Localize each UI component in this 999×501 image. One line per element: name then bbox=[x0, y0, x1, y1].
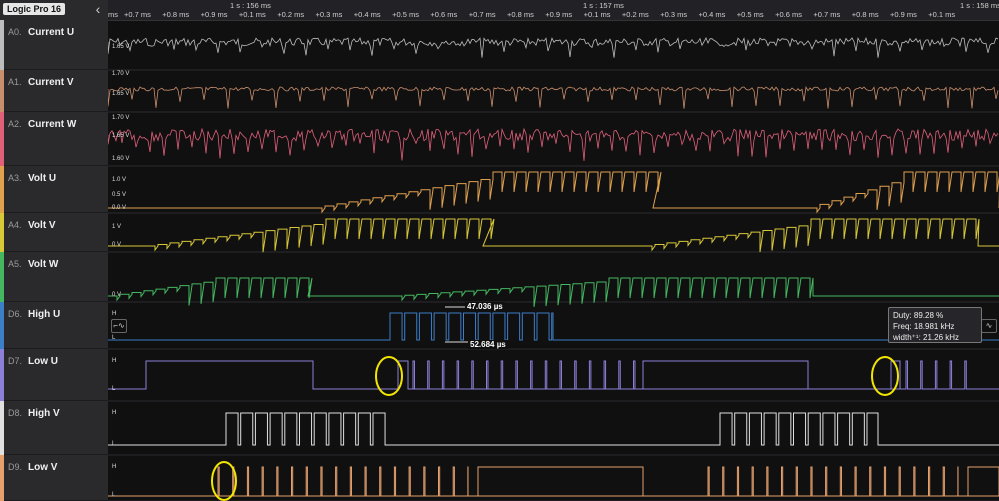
channel-color-swatch bbox=[0, 20, 4, 70]
d8-low-label: L bbox=[112, 441, 116, 447]
channel-color-swatch bbox=[0, 349, 4, 401]
collapse-sidebar-icon[interactable]: ‹ bbox=[92, 2, 104, 16]
a2-volt-bot-label: 1.60 V bbox=[112, 156, 130, 162]
channel-color-swatch bbox=[0, 455, 4, 501]
d9-high-label: H bbox=[112, 464, 117, 470]
a4-volt-bot-label: 0 V bbox=[112, 242, 122, 248]
channel-row-a1[interactable]: A1. Current V bbox=[0, 70, 108, 112]
d9-low-label: L bbox=[112, 492, 116, 498]
channel-color-swatch bbox=[0, 112, 4, 166]
channel-row-d7[interactable]: D7. Low U bbox=[0, 349, 108, 401]
channel-id: D9. bbox=[8, 462, 23, 472]
channel-color-swatch bbox=[0, 302, 4, 349]
trigger-rising-icon[interactable]: ⌐∿ bbox=[111, 319, 127, 333]
volt-u-trace bbox=[108, 171, 999, 214]
device-title[interactable]: Logic Pro 16 bbox=[3, 3, 66, 15]
channel-id: D8. bbox=[8, 408, 23, 418]
a2-volt-mid-label: 1.65 V bbox=[112, 133, 130, 139]
high-v-trace bbox=[108, 412, 999, 446]
d8-high-label: H bbox=[112, 410, 117, 416]
low-u-trace bbox=[108, 360, 999, 390]
channel-row-a2[interactable]: A2. Current W bbox=[0, 112, 108, 166]
channel-row-d8[interactable]: D8. High V bbox=[0, 401, 108, 455]
a1-volt-label: 1.65 V bbox=[112, 91, 130, 97]
channel-name: Current V bbox=[28, 77, 74, 88]
a5-volt-bot-label: 0 V bbox=[112, 292, 122, 298]
channel-id: A2. bbox=[8, 119, 22, 129]
a3-volt-mid-label: 0.5 V bbox=[112, 192, 127, 198]
waveforms bbox=[108, 36, 999, 501]
tooltip-width: width⁺¹: 21.26 kHz bbox=[893, 333, 960, 342]
channel-row-d9[interactable]: D9. Low V bbox=[0, 455, 108, 501]
channel-id: A5. bbox=[8, 259, 22, 269]
channel-id: A0. bbox=[8, 27, 22, 37]
a1-volt-top-label: 1.70 V bbox=[112, 71, 130, 77]
current-w-trace bbox=[108, 127, 999, 161]
trigger-falling-icon[interactable]: ∿ bbox=[981, 319, 997, 333]
channel-name: High U bbox=[28, 309, 61, 320]
channel-name: Volt V bbox=[28, 220, 56, 231]
width-measurement: 52.684 µs bbox=[468, 340, 508, 349]
pulse-tooltip: Duty: 89.28 % Freq: 18.981 kHz width⁺¹: … bbox=[888, 307, 982, 343]
channel-name: Volt U bbox=[28, 173, 57, 184]
d7-low-label: L bbox=[112, 386, 116, 392]
volt-w-trace bbox=[108, 277, 999, 307]
d6-high-label: H bbox=[112, 311, 117, 317]
tooltip-duty: Duty: 89.28 % bbox=[893, 311, 944, 320]
waveform-plot[interactable]: ms 1 s : 156 ms 1 s : 157 ms 1 s : 158 ms +0… bbox=[108, 0, 999, 501]
channel-id: A3. bbox=[8, 173, 22, 183]
a3-volt-top-label: 1.0 V bbox=[112, 177, 127, 183]
channel-row-a4[interactable]: A4. Volt V bbox=[0, 213, 108, 252]
tooltip-freq: Freq: 18.981 kHz bbox=[893, 322, 955, 331]
volt-v-trace bbox=[108, 218, 999, 253]
current-u-trace bbox=[108, 36, 999, 58]
channel-name: Current U bbox=[28, 27, 75, 38]
channel-id: A1. bbox=[8, 77, 22, 87]
a3-volt-bot-label: 0.0 V bbox=[112, 205, 127, 211]
channel-id: D7. bbox=[8, 356, 23, 366]
d6-low-label: L bbox=[112, 335, 116, 341]
a0-volt-label: 1.65 V bbox=[112, 44, 130, 50]
d7-high-label: H bbox=[112, 358, 117, 364]
channel-id: D6. bbox=[8, 309, 23, 319]
channel-color-swatch bbox=[0, 166, 4, 213]
channel-name: Low U bbox=[28, 356, 58, 367]
channel-row-a0[interactable]: A0. Current U bbox=[0, 20, 108, 70]
channel-color-swatch bbox=[0, 252, 4, 302]
channel-id: A4. bbox=[8, 220, 22, 230]
high-u-trace bbox=[108, 312, 999, 341]
period-measurement: 47.036 µs bbox=[465, 302, 505, 311]
channel-name: High V bbox=[28, 408, 60, 419]
channel-row-a3[interactable]: A3. Volt U bbox=[0, 166, 108, 213]
a2-volt-top-label: 1.70 V bbox=[112, 115, 130, 121]
channel-sidebar: Logic Pro 16 ‹ A0. Current U A1. Current VA… bbox=[0, 0, 109, 501]
channel-row-a5[interactable]: A5. Volt W bbox=[0, 252, 108, 302]
channel-name: Volt W bbox=[28, 259, 59, 270]
low-v-trace bbox=[108, 466, 999, 497]
current-v-trace bbox=[108, 85, 999, 109]
channel-color-swatch bbox=[0, 401, 4, 455]
channel-name: Current W bbox=[28, 119, 77, 130]
channel-name: Low V bbox=[28, 462, 58, 473]
channel-color-swatch bbox=[0, 213, 4, 252]
a4-volt-top-label: 1 V bbox=[112, 224, 122, 230]
channel-row-d6[interactable]: D6. High U bbox=[0, 302, 108, 349]
channel-color-swatch bbox=[0, 70, 4, 112]
